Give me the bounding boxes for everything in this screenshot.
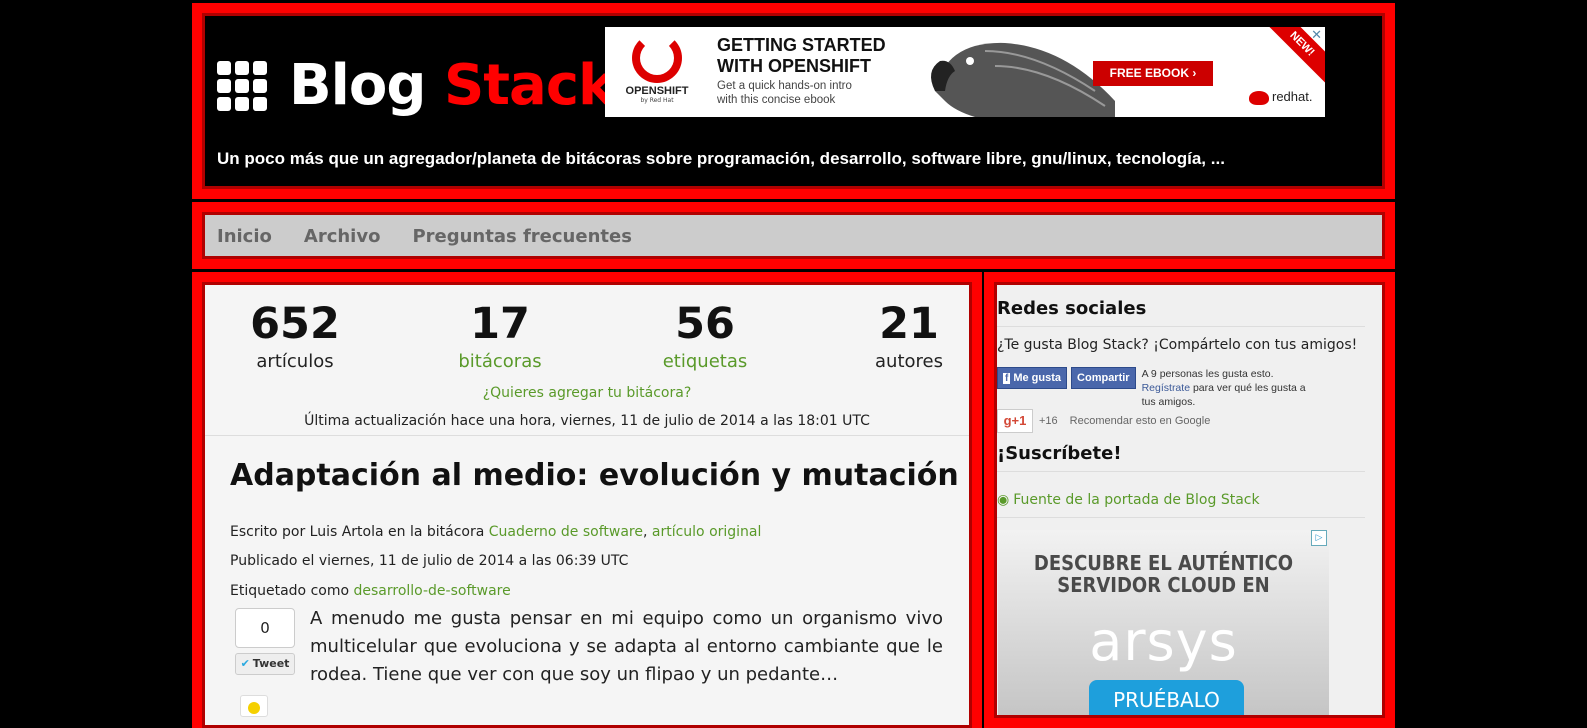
tweet-button[interactable]: ✔ Tweet <box>235 653 295 675</box>
post-tag-link[interactable]: desarrollo-de-software <box>353 583 510 599</box>
gplus-widget: g+1 +16 Recomendar esto en Google <box>997 409 1210 433</box>
post-excerpt: A menudo me gusta pensar en mi equipo co… <box>310 608 943 685</box>
adchoices-icon[interactable]: ▷ <box>1311 530 1327 546</box>
divider <box>997 326 1365 327</box>
gplus-button[interactable]: g+1 <box>997 409 1033 433</box>
ad-headline: DESCUBRE EL AUTÉNTICO SERVIDOR CLOUD EN <box>1033 551 1294 597</box>
arsys-logo: arsys <box>1089 610 1238 673</box>
sidebar-ad[interactable]: DESCUBRE EL AUTÉNTICO SERVIDOR CLOUD EN a… <box>998 530 1329 715</box>
post-tags-line: Etiquetado como desarrollo-de-software <box>230 583 511 599</box>
fb-share-button[interactable]: Compartir <box>1071 367 1136 389</box>
gplus-count: +16 <box>1039 415 1058 427</box>
main-content: 652 artículos 17 bitácoras 56 etiquetas … <box>192 272 982 728</box>
divider <box>205 435 969 436</box>
rss-icon: ◉ <box>997 492 1010 508</box>
add-blog-link[interactable]: ¿Quieres agregar tu bitácora? <box>205 385 969 401</box>
site-header: Blog Stack OPENSHIFT by Red Hat GETTING … <box>192 3 1395 199</box>
free-ebook-button[interactable]: FREE EBOOK › <box>1093 61 1213 86</box>
share-text: ¿Te gusta Blog Stack? ¡Compártelo con tu… <box>997 337 1358 353</box>
post-title[interactable]: Adaptación al medio: evolución y mutació… <box>230 458 959 493</box>
facebook-widget: f Me gusta Compartir A 9 personas les gus… <box>997 367 1312 409</box>
post-author-line: Escrito por Luis Artola en la bitácora C… <box>230 524 762 540</box>
last-update: Última actualización hace una hora, vier… <box>304 413 870 429</box>
try-free-button[interactable]: PRUÉBALO GRATIS <box>1089 680 1244 715</box>
ad-headline: GETTING STARTED WITH OPENSHIFT <box>717 35 886 76</box>
social-heading: Redes sociales <box>997 298 1147 319</box>
nav-item-archivo[interactable]: Archivo <box>304 226 381 247</box>
fb-register-link[interactable]: Regístrate <box>1142 382 1190 394</box>
nav-item-faq[interactable]: Preguntas frecuentes <box>412 226 631 247</box>
parrot-illustration <box>931 42 1115 117</box>
main-nav: Inicio Archivo Preguntas frecuentes <box>192 202 1395 269</box>
stat-authors: 21 autores <box>875 299 943 372</box>
fb-like-button[interactable]: f Me gusta <box>997 367 1068 389</box>
sidebar: Redes sociales ¿Te gusta Blog Stack? ¡Co… <box>984 272 1395 728</box>
ad-subtext: Get a quick hands-on intro with this con… <box>717 80 852 106</box>
stat-tags[interactable]: 56 etiquetas <box>615 297 795 372</box>
site-logo[interactable]: Blog Stack <box>217 53 615 118</box>
redhat-logo: redhat. <box>1249 89 1312 105</box>
post-blog-link[interactable]: Cuaderno de software <box>489 524 643 540</box>
smiley-icon[interactable] <box>240 695 268 717</box>
twitter-bird-icon: ✔ <box>240 657 250 670</box>
fb-like-text: A 9 personas les gusta esto. Regístrate p… <box>1141 368 1306 408</box>
grid-logo-icon <box>217 60 267 111</box>
stat-articles: 652 artículos <box>250 299 340 372</box>
post-published: Publicado el viernes, 11 de julio de 201… <box>230 553 629 569</box>
facebook-icon: f <box>1003 373 1011 384</box>
divider <box>997 471 1365 472</box>
site-tagline: Un poco más que un agregador/planeta de … <box>217 149 1225 168</box>
nav-item-inicio[interactable]: Inicio <box>217 226 272 247</box>
divider <box>997 517 1365 518</box>
logo-text: Blog Stack <box>289 53 615 118</box>
post-original-link[interactable]: artículo original <box>652 524 762 540</box>
subscribe-heading: ¡Suscríbete! <box>997 443 1122 464</box>
openshift-logo: OPENSHIFT by Red Hat <box>623 33 691 104</box>
gplus-text: Recomendar esto en Google <box>1069 415 1211 427</box>
stat-blogs[interactable]: 17 bitácoras <box>410 297 590 372</box>
ad-close-icon[interactable]: ✕ <box>1311 27 1322 43</box>
rss-feed-link[interactable]: ◉ Fuente de la portada de Blog Stack <box>997 492 1260 508</box>
header-ad-banner[interactable]: OPENSHIFT by Red Hat GETTING STARTED WIT… <box>605 27 1325 117</box>
tweet-count: 0 <box>235 608 295 648</box>
